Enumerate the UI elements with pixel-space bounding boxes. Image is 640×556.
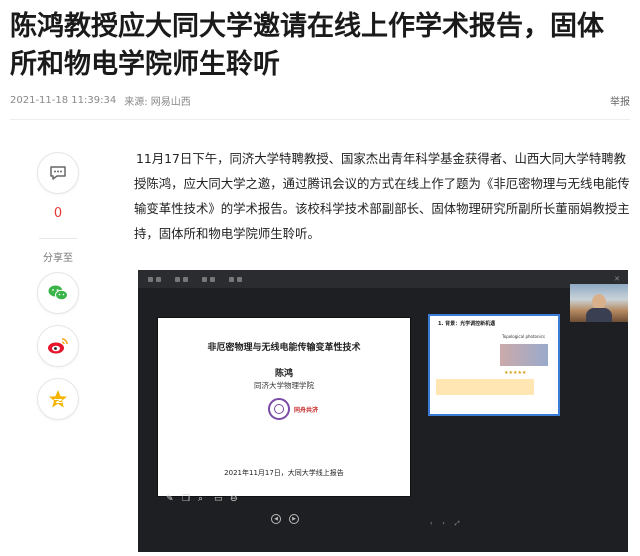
toolbar-item — [175, 276, 188, 282]
prev-slide-icon: ◀ — [271, 514, 281, 524]
comment-count: 0 — [53, 206, 63, 221]
slide-title: 非厄密物理与无线电能传输变革性技术 — [207, 343, 361, 353]
close-icon: ✕ — [614, 275, 620, 283]
header-divider — [10, 119, 630, 120]
presentation-slide: 非厄密物理与无线电能传输变革性技术 陈鸿 同济大学物理学院 同舟共济 2021年… — [158, 318, 410, 496]
thumbnail-stars: ★★★★★ — [504, 370, 527, 376]
screen-icon: ▭ — [214, 494, 223, 504]
thumbnail-image — [500, 344, 548, 366]
speaker-video — [570, 284, 628, 322]
panel-controls: ‹ › ⤢ — [430, 520, 558, 528]
next-slide-icon: ▶ — [289, 514, 299, 524]
share-weibo-button[interactable] — [37, 325, 79, 367]
slide-pager: ◀ ▶ — [230, 512, 340, 526]
side-divider — [39, 238, 77, 239]
meeting-screenshot: ✕ 非厄密物理与无线电能传输变革性技术 陈鸿 同济大学物理学院 同舟共济 202… — [138, 270, 628, 552]
toolbar-item — [229, 276, 242, 282]
pen-icon: ✎ — [166, 494, 174, 504]
report-link[interactable]: 举报 — [610, 93, 630, 108]
weibo-icon — [48, 338, 68, 354]
chevron-right-icon: › — [442, 520, 445, 527]
toolbar-item — [148, 276, 161, 282]
chevron-left-icon: ‹ — [430, 520, 433, 527]
meeting-toolbar: ✕ — [138, 270, 628, 288]
expand-icon: ⤢ — [454, 520, 460, 527]
slide-speaker: 陈鸿 — [274, 369, 293, 379]
slide-date-line: 2021年11月17日，大同大学线上报告 — [224, 469, 344, 477]
university-seal-icon — [268, 398, 290, 420]
publish-time: 2021-11-18 11:39:34 — [10, 94, 117, 106]
comment-button[interactable] — [37, 152, 79, 194]
side-toolbar: 0 分享至 — [30, 152, 86, 431]
qzone-icon — [49, 390, 67, 408]
zoom-icon: ⌕ — [198, 494, 204, 504]
article-source[interactable]: 来源: 网易山西 — [124, 93, 191, 108]
share-wechat-button[interactable] — [37, 272, 79, 314]
annotation-tools: ✎ ❐ ⌕ ▭ ⊖ — [166, 494, 240, 504]
thumbnail-right-heading: Topological photonics — [502, 334, 545, 339]
thumbnail-highlight-box — [436, 379, 534, 395]
share-label: 分享至 — [43, 253, 73, 264]
slide-motto: 同舟共济 — [294, 407, 319, 414]
comment-icon — [50, 166, 66, 180]
share-qzone-button[interactable] — [37, 378, 79, 420]
article-title: 陈鸿教授应大同大学邀请在线上作学术报告，固体所和物电学院师生聆听 — [10, 11, 604, 80]
copy-icon: ❐ — [182, 494, 191, 504]
article-meta: 2021-11-18 11:39:34 来源: 网易山西 举报 — [10, 93, 630, 108]
thumbnail-heading: 1. 背景：光学调控新机遇 — [438, 321, 496, 327]
toolbar-item — [202, 276, 215, 282]
slide-affiliation: 同济大学物理学院 — [254, 381, 314, 390]
next-slide-thumbnail: 1. 背景：光学调控新机遇 Topological photonics ★★★★… — [430, 316, 558, 414]
speaker-body — [586, 308, 612, 322]
article-paragraph: 11月17日下午，同济大学特聘教授、国家杰出青年科学基金获得者、山西大同大学特聘… — [134, 151, 630, 241]
minus-icon: ⊖ — [230, 494, 238, 504]
wechat-icon — [48, 285, 68, 301]
